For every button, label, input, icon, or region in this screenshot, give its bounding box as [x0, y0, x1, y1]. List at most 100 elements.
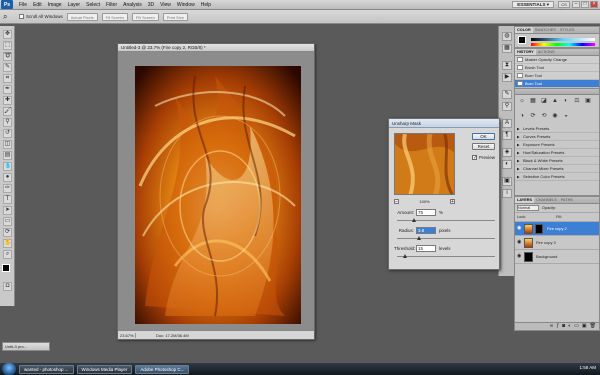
tab-swatches[interactable]: SWATCHES [533, 27, 558, 33]
scroll-all-checkbox[interactable] [19, 14, 24, 19]
quick-select-tool-icon[interactable]: ✎ [3, 63, 12, 72]
threshold-icon[interactable]: ◒ [562, 112, 570, 120]
color-balance-icon[interactable]: ⚖ [573, 97, 581, 105]
maximize-icon[interactable]: □ [581, 1, 589, 8]
lasso-tool-icon[interactable]: ➰ [3, 52, 12, 61]
crop-tool-icon[interactable]: ⌗ [3, 74, 12, 83]
menu-3d[interactable]: 3D [148, 2, 154, 8]
history-brush-tool-icon[interactable]: ↺ [3, 129, 12, 138]
threshold-slider-thumb[interactable] [402, 254, 407, 258]
menu-view[interactable]: View [160, 2, 171, 8]
clone-source-icon[interactable]: ⚲ [502, 102, 512, 111]
color-ramp[interactable] [531, 43, 595, 46]
healing-tool-icon[interactable]: ✚ [3, 96, 12, 105]
dialog-title[interactable]: Unsharp Mask [389, 119, 499, 128]
photo-filter-icon[interactable]: ⟳ [529, 112, 537, 120]
threshold-slider[interactable] [397, 254, 495, 258]
history-icon[interactable]: ⧗ [502, 61, 512, 70]
doc-size-info[interactable]: Doc: 17.2M/36.4M [156, 333, 189, 338]
eye-icon[interactable]: ◉ [517, 226, 522, 231]
character-icon[interactable]: A [502, 119, 512, 128]
path-select-tool-icon[interactable]: ➤ [3, 206, 12, 215]
amount-input[interactable]: 75 [416, 209, 436, 216]
hue-saturation-icon[interactable]: ▣ [584, 97, 592, 105]
masks-icon[interactable]: ◐ [502, 160, 512, 169]
new-layer-icon[interactable]: ▣ [582, 323, 587, 330]
reset-button[interactable]: Reset [472, 143, 495, 150]
clone-stamp-tool-icon[interactable]: ⚲ [3, 118, 12, 127]
invert-icon[interactable]: ◉ [551, 112, 559, 120]
preset-channel-mixer[interactable]: Channel Mixer Presets [515, 165, 599, 173]
shape-tool-icon[interactable]: ▭ [3, 217, 12, 226]
channel-mixer-icon[interactable]: ⟲ [540, 112, 548, 120]
color-slider[interactable] [531, 38, 595, 41]
close-icon[interactable]: × [590, 1, 598, 8]
brush-tool-icon[interactable]: 🖌 [3, 107, 12, 116]
threshold-input[interactable]: 15 [416, 245, 436, 252]
radius-slider-thumb[interactable] [416, 236, 421, 240]
3d-rotate-tool-icon[interactable]: ⟳ [3, 228, 12, 237]
layer-name[interactable]: Fire copy 2 [547, 222, 567, 236]
minimize-icon[interactable]: – [572, 1, 580, 8]
layer-row-active[interactable]: ◉ Fire copy 2 [515, 222, 599, 236]
menu-analysis[interactable]: Analysis [123, 2, 142, 8]
actual-pixels-button[interactable]: Actual Pixels [66, 12, 98, 21]
zoom-out-icon[interactable]: − [394, 198, 399, 204]
3d-icon[interactable]: ◈ [502, 148, 512, 157]
info-icon[interactable]: i [502, 189, 512, 198]
history-item[interactable]: Brush Tool [515, 64, 599, 72]
fire-image-canvas[interactable] [135, 66, 301, 324]
fit-screen-button[interactable]: Fit Screen [101, 12, 128, 21]
tab-paths[interactable]: PATHS [559, 197, 575, 203]
menu-layer[interactable]: Layer [68, 2, 81, 8]
radius-slider[interactable] [397, 236, 495, 240]
task-photoshop[interactable]: Adobe Photoshop C... [135, 364, 190, 374]
task-firefox[interactable]: wanted - photoshop ... [19, 364, 74, 374]
task-media-player[interactable]: Windows Media Player [76, 364, 133, 374]
document-window[interactable]: Untitled-3 @ 23.7% (Fire copy 2, RGB/8) … [117, 43, 315, 340]
amount-slider[interactable] [397, 218, 495, 222]
type-tool-icon[interactable]: T [3, 195, 12, 204]
zoom-in-icon[interactable]: + [449, 198, 455, 204]
preset-exposure[interactable]: Exposure Presets [515, 141, 599, 149]
amount-slider-thumb[interactable] [411, 218, 416, 222]
color-icon[interactable]: ◍ [502, 32, 512, 41]
preset-selective-color[interactable]: Selective Color Presets [515, 173, 599, 181]
menu-select[interactable]: Select [86, 2, 100, 8]
layer-row[interactable]: ◉ Background [515, 250, 599, 264]
ok-button[interactable]: OK [472, 133, 495, 140]
foreground-color-swatch[interactable] [2, 264, 10, 272]
eye-icon[interactable]: ◉ [517, 254, 522, 259]
brushes-icon[interactable]: ✎ [502, 90, 512, 99]
history-item-selected[interactable]: Burn Tool [515, 80, 599, 88]
pen-tool-icon[interactable]: ✑ [3, 184, 12, 193]
start-button[interactable] [2, 363, 16, 375]
minimized-document[interactable]: Untit-3 pro... [2, 342, 50, 351]
history-item[interactable]: Burn Tool [515, 72, 599, 80]
workspace-switcher[interactable]: ESSENTIALS ▾ [512, 1, 554, 8]
gradient-tool-icon[interactable]: ▤ [3, 151, 12, 160]
curves-icon[interactable]: ◪ [540, 97, 548, 105]
dodge-tool-icon[interactable]: ● [3, 173, 12, 182]
preset-hue-saturation[interactable]: Hue/Saturation Presets [515, 149, 599, 157]
eye-icon[interactable]: ◉ [517, 240, 522, 245]
tab-color[interactable]: COLOR [515, 27, 533, 33]
blend-mode-select[interactable]: Normal [517, 205, 539, 211]
navigator-icon[interactable]: ▣ [502, 177, 512, 186]
blur-tool-icon[interactable]: 💧 [3, 162, 12, 171]
print-size-button[interactable]: Print Size [162, 12, 188, 21]
cs-live-button[interactable]: CS Live [558, 1, 570, 13]
vibrance-icon[interactable]: ◐ [562, 97, 570, 105]
dialog-preview-image[interactable] [394, 133, 455, 195]
preset-levels[interactable]: Levels Presets [515, 125, 599, 133]
swatches-icon[interactable]: ▦ [502, 44, 512, 53]
zoom-tool-icon[interactable]: ⌕ [3, 12, 13, 22]
preview-checkbox[interactable]: ✓ Preview [472, 155, 495, 161]
layer-row[interactable]: ◉ Fire copy 3 [515, 236, 599, 250]
tab-styles[interactable]: STYLES [558, 27, 577, 33]
layer-name[interactable]: Background [536, 250, 557, 264]
adjustment-layer-icon[interactable]: ◐ [568, 323, 571, 330]
preset-black-white[interactable]: Black & White Presets [515, 157, 599, 165]
new-group-icon[interactable]: ▭ [574, 323, 579, 330]
quick-mask-icon[interactable]: ◘ [3, 282, 12, 291]
